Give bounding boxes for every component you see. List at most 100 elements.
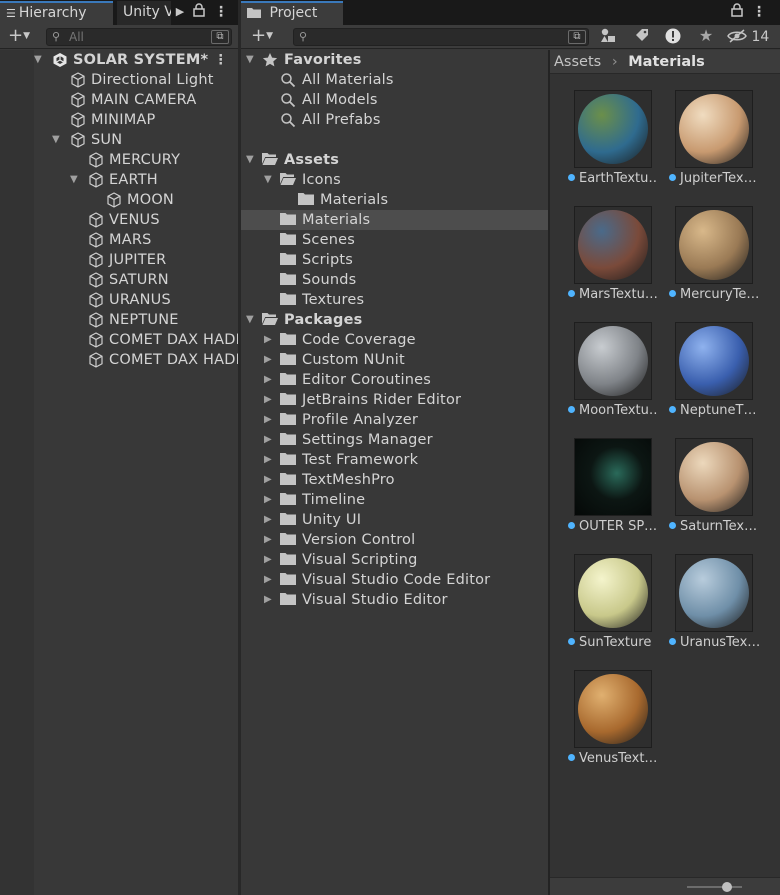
project-tree-item[interactable]: All Prefabs — [241, 110, 548, 130]
project-tree-item[interactable]: Textures — [241, 290, 548, 310]
scene-menu-kebab-icon[interactable]: ⋮ — [214, 50, 228, 70]
project-tree-item[interactable]: ▶ Version Control — [241, 530, 548, 550]
hierarchy-search-field[interactable]: ⚲ ⧉ — [46, 28, 232, 46]
filter-by-type-icon[interactable] — [599, 28, 617, 48]
project-tree-item[interactable]: ▶ Timeline — [241, 490, 548, 510]
project-tree-item[interactable]: ▶ Unity UI — [241, 510, 548, 530]
expand-arrow-icon[interactable]: ▼ — [264, 170, 274, 190]
collapse-arrow-icon[interactable]: ▶ — [264, 470, 274, 490]
tab-project[interactable]: Project — [241, 1, 343, 25]
project-tree-item[interactable]: ▼ Icons — [241, 170, 548, 190]
hierarchy-item[interactable]: MOON — [0, 190, 238, 210]
project-tree-item[interactable]: Sounds — [241, 270, 548, 290]
hierarchy-item[interactable]: MERCURY — [0, 150, 238, 170]
material-asset-tile[interactable]: VenusText… — [558, 670, 657, 780]
expand-arrow-icon[interactable]: ▼ — [52, 130, 62, 150]
breadcrumb-materials[interactable]: Materials — [628, 54, 705, 70]
hierarchy-item[interactable]: COMET DAX HADI — [0, 350, 238, 370]
project-tree-item[interactable]: ▼ Packages — [241, 310, 548, 330]
hierarchy-item[interactable]: VENUS — [0, 210, 238, 230]
hierarchy-item[interactable]: MAIN CAMERA — [0, 90, 238, 110]
collapse-arrow-icon[interactable]: ▶ — [264, 410, 274, 430]
collapse-arrow-icon[interactable]: ▶ — [264, 570, 274, 590]
tab-unity-version-control[interactable]: Unity V — [117, 1, 171, 25]
project-tree-item[interactable]: ▼ Assets — [241, 150, 548, 170]
search-by-type-icon[interactable]: ⧉ — [568, 30, 586, 44]
material-asset-tile[interactable]: MoonTextu… — [558, 322, 658, 432]
tab-hierarchy[interactable]: ☰ Hierarchy — [0, 1, 113, 25]
hierarchy-item[interactable]: COMET DAX HADI — [0, 330, 238, 350]
collapse-arrow-icon[interactable]: ▶ — [264, 530, 274, 550]
hierarchy-item[interactable]: MARS — [0, 230, 238, 250]
project-tree-item[interactable]: ▼ Favorites — [241, 50, 548, 70]
hierarchy-item[interactable]: ▼ SUN — [0, 130, 238, 150]
expand-arrow-icon[interactable]: ▼ — [246, 50, 256, 70]
collapse-arrow-icon[interactable]: ▶ — [264, 330, 274, 350]
icon-size-slider-handle[interactable] — [722, 882, 732, 892]
material-asset-tile[interactable]: MarsTextu… — [558, 206, 658, 316]
material-asset-tile[interactable]: NeptuneT… — [659, 322, 757, 432]
create-add-button[interactable]: +▼ — [245, 27, 279, 45]
project-tree-item[interactable]: Materials — [241, 190, 548, 210]
filter-by-log-type-icon[interactable] — [664, 28, 682, 49]
project-tree-item[interactable]: ▶ Profile Analyzer — [241, 410, 548, 430]
project-tree-item[interactable]: Scenes — [241, 230, 548, 250]
material-asset-tile[interactable]: OUTER SP… — [558, 438, 657, 548]
project-search-field[interactable]: ⚲ ⧉ — [293, 28, 589, 46]
project-tree-item[interactable]: ▶ TextMeshPro — [241, 470, 548, 490]
material-asset-tile[interactable]: UranusTex… — [659, 554, 759, 664]
project-tree-item[interactable]: ▶ Visual Studio Editor — [241, 590, 548, 610]
project-tree-item[interactable]: All Models — [241, 90, 548, 110]
material-asset-tile[interactable]: EarthTextu… — [558, 90, 658, 200]
collapse-arrow-icon[interactable]: ▶ — [264, 430, 274, 450]
hierarchy-item[interactable]: URANUS — [0, 290, 238, 310]
project-tree-item[interactable]: Scripts — [241, 250, 548, 270]
project-tree-item[interactable]: All Materials — [241, 70, 548, 90]
collapse-arrow-icon[interactable]: ▶ — [264, 390, 274, 410]
kebab-menu-icon[interactable]: ⋮ — [752, 3, 766, 21]
collapse-arrow-icon[interactable]: ▶ — [264, 450, 274, 470]
project-tree-item[interactable]: ▶ Custom NUnit — [241, 350, 548, 370]
material-asset-tile[interactable]: SunTexture — [558, 554, 654, 664]
lock-icon[interactable] — [192, 3, 206, 22]
material-asset-tile[interactable]: MercuryTe… — [659, 206, 759, 316]
project-tree-item[interactable]: ▶ JetBrains Rider Editor — [241, 390, 548, 410]
hierarchy-search-input[interactable] — [69, 29, 207, 45]
search-by-type-icon[interactable]: ⧉ — [211, 30, 229, 44]
hidden-packages-toggle[interactable]: 14 — [727, 28, 771, 46]
hierarchy-item[interactable]: Directional Light — [0, 70, 238, 90]
collapse-arrow-icon[interactable]: ▶ — [264, 370, 274, 390]
collapse-arrow-icon[interactable]: ▶ — [264, 490, 274, 510]
collapse-arrow-icon[interactable]: ▶ — [264, 550, 274, 570]
expand-arrow-icon[interactable]: ▼ — [70, 170, 80, 190]
expand-arrow-icon[interactable]: ▼ — [246, 310, 256, 330]
project-tree-item[interactable]: ▶ Visual Scripting — [241, 550, 548, 570]
material-asset-tile[interactable]: SaturnTex… — [659, 438, 757, 548]
hierarchy-item[interactable]: MINIMAP — [0, 110, 238, 130]
breadcrumb-assets[interactable]: Assets — [554, 54, 601, 70]
hierarchy-item[interactable]: ▼ SOLAR SYSTEM* ⋮ — [0, 50, 238, 70]
hierarchy-item[interactable]: ▼ EARTH — [0, 170, 238, 190]
collapse-arrow-icon[interactable]: ▶ — [264, 590, 274, 610]
project-tree-item[interactable]: Materials — [241, 210, 548, 230]
project-tree-item[interactable]: ▶ Code Coverage — [241, 330, 548, 350]
collapse-arrow-icon[interactable]: ▶ — [264, 510, 274, 530]
filter-by-label-icon[interactable] — [632, 28, 650, 48]
icon-size-slider-track[interactable] — [687, 886, 742, 888]
project-tree-item[interactable]: ▶ Settings Manager — [241, 430, 548, 450]
collapse-arrow-icon[interactable]: ▶ — [264, 350, 274, 370]
expand-arrow-icon[interactable]: ▼ — [34, 50, 44, 70]
save-search-star-icon[interactable]: ★ — [697, 27, 715, 45]
project-tree-item[interactable]: ▶ Test Framework — [241, 450, 548, 470]
project-search-input[interactable] — [316, 29, 564, 45]
material-asset-tile[interactable]: JupiterTex… — [659, 90, 757, 200]
hierarchy-item[interactable]: NEPTUNE — [0, 310, 238, 330]
project-tree-item[interactable]: ▶ Visual Studio Code Editor — [241, 570, 548, 590]
create-add-button[interactable]: +▼ — [2, 27, 36, 45]
hierarchy-item[interactable]: JUPITER — [0, 250, 238, 270]
project-tree-item[interactable]: ▶ Editor Coroutines — [241, 370, 548, 390]
tab-scroll-right-icon[interactable]: ▶ — [174, 3, 186, 21]
lock-icon[interactable] — [730, 3, 744, 22]
hierarchy-item[interactable]: SATURN — [0, 270, 238, 290]
expand-arrow-icon[interactable]: ▼ — [246, 150, 256, 170]
